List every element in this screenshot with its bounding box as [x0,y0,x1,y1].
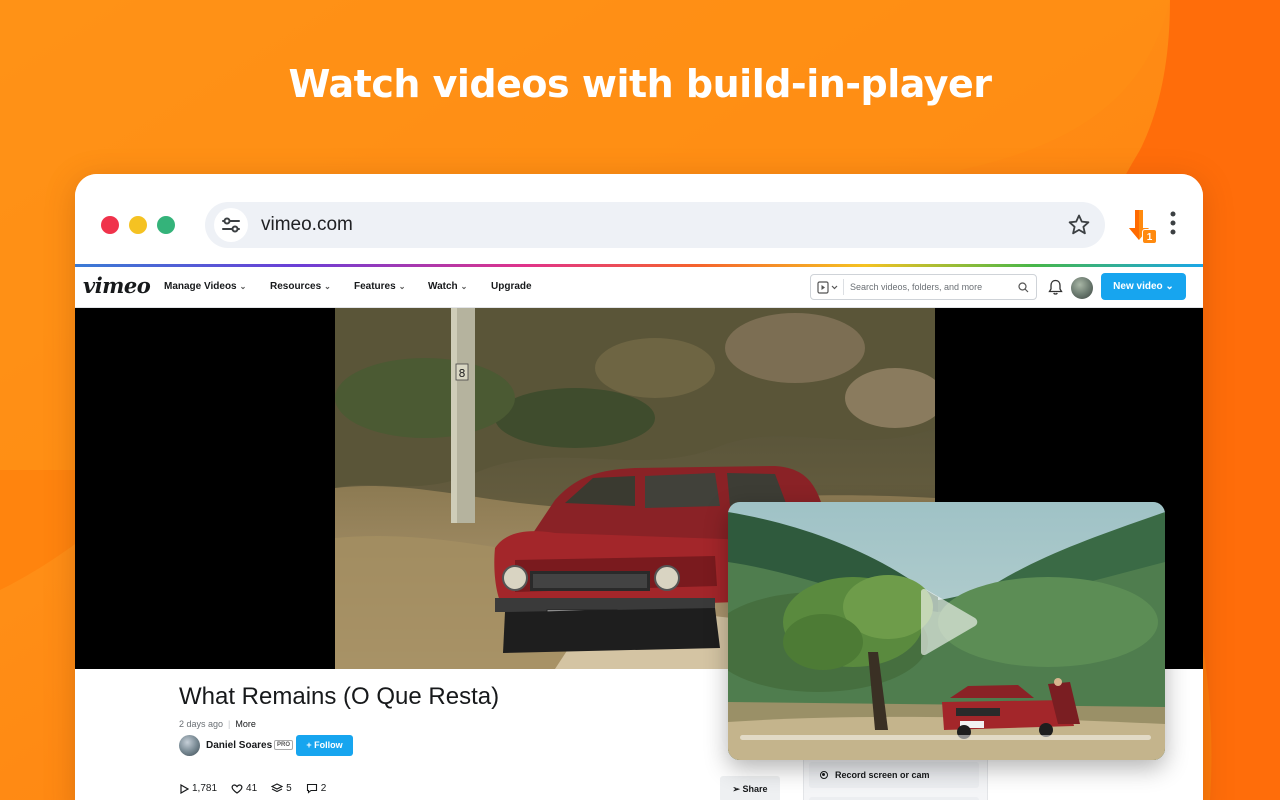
video-title: What Remains (O Que Resta) [179,683,500,710]
pro-badge: PRO [274,740,294,750]
video-meta: 2 days ago | More [179,719,256,729]
layers-icon [271,783,284,793]
bookmark-star-icon[interactable] [1067,213,1091,237]
chevron-down-icon: ⌄ [239,282,247,291]
new-video-button[interactable]: New video ⌄ [1101,273,1186,300]
chevron-down-icon: ⌄ [460,282,468,291]
address-bar[interactable]: vimeo.com [205,202,1105,248]
posted-time: 2 days ago [179,719,224,729]
nav-watch[interactable]: Watch ⌄ [428,281,467,292]
search-icon[interactable] [1018,282,1029,293]
share-button[interactable]: ➢ Share [720,776,780,800]
minimize-window-button[interactable] [129,216,147,234]
likes-stat[interactable]: 41 [231,783,257,794]
user-avatar[interactable] [1071,277,1093,299]
record-icon [820,771,828,779]
svg-text:8: 8 [459,367,466,380]
maximize-window-button[interactable] [157,216,175,234]
vimeo-header: vimeo Manage Videos ⌄ Resources ⌄ Features… [75,267,1203,308]
search-input[interactable]: Search videos, folders, and more [850,282,982,292]
nav-upgrade[interactable]: Upgrade [491,281,532,292]
video-stats: 1,781 41 5 2 [179,783,326,794]
comment-icon [306,783,317,794]
follow-button[interactable]: + Follow [296,735,353,756]
site-settings-icon[interactable] [214,208,248,242]
vimeo-logo[interactable]: vimeo [83,273,151,298]
heart-icon [231,783,243,794]
url-text: vimeo.com [261,214,353,235]
share-icon: ➢ [732,784,740,794]
play-count-icon [180,783,189,794]
extension-badge: 1 [1142,229,1157,244]
more-link[interactable]: More [235,719,256,729]
chevron-down-icon: ⌄ [324,282,331,291]
built-in-mini-player[interactable] [728,502,1165,760]
divider: | [228,719,231,729]
owner-avatar[interactable] [179,735,200,756]
close-window-button[interactable] [101,216,119,234]
mini-player-progress-bar[interactable] [740,735,1151,740]
browser-menu-icon[interactable] [1169,210,1177,236]
collections-stat[interactable]: 5 [271,783,292,794]
comments-stat[interactable]: 2 [306,783,326,794]
headline: Watch videos with build-in-player [288,62,992,106]
chevron-down-icon: ⌄ [398,282,406,291]
vimeo-search[interactable]: Search videos, folders, and more [810,274,1037,300]
owner-name[interactable]: Daniel Soares [206,740,272,751]
browser-toolbar: vimeo.com 1 [75,174,1203,266]
nav-manage-videos[interactable]: Manage Videos ⌄ [164,281,246,292]
play-icon[interactable] [913,588,979,656]
media-type-icon[interactable] [817,281,839,294]
chevron-down-icon: ⌄ [1165,281,1174,292]
nav-resources[interactable]: Resources ⌄ [270,281,331,292]
plays-stat: 1,781 [179,783,217,794]
nav-features[interactable]: Features ⌄ [354,281,405,292]
notifications-bell-icon[interactable] [1048,279,1063,296]
divider [843,279,844,295]
record-screen-button[interactable]: Record screen or cam [809,762,979,788]
